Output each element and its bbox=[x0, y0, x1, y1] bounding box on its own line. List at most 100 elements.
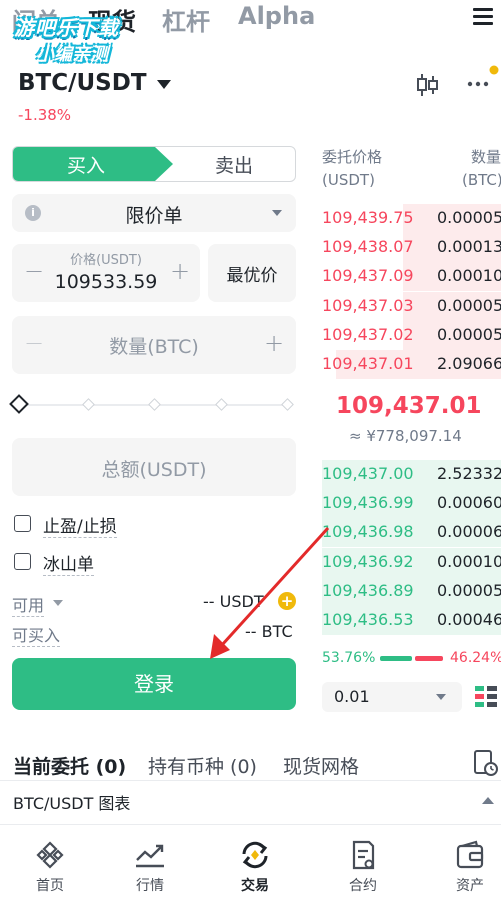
tab-spot-grid[interactable]: 现货网格 bbox=[283, 752, 359, 779]
amount-slider[interactable] bbox=[9, 394, 296, 414]
ask-qty: 0.00005 bbox=[437, 208, 501, 227]
available-caret-icon[interactable] bbox=[53, 600, 63, 606]
nav-trade[interactable]: 交易 bbox=[205, 828, 305, 898]
pair-title[interactable]: BTC/USDT bbox=[18, 70, 147, 96]
tab-alpha[interactable]: Alpha bbox=[238, 2, 315, 30]
bid-row[interactable]: 109,436.89 0.00005 bbox=[322, 576, 501, 606]
ask-row[interactable]: 109,439.75 0.00005 bbox=[322, 204, 501, 233]
qty-header-label: 数量 bbox=[470, 148, 501, 166]
order-type-select[interactable]: i 限价单 bbox=[12, 194, 296, 232]
iceberg-label[interactable]: 冰山单 bbox=[43, 550, 94, 576]
bid-row[interactable]: 109,436.53 0.00046 bbox=[322, 606, 501, 635]
nav-home-label: 首页 bbox=[36, 878, 64, 894]
ask-row[interactable]: 109,437.09 0.00010 bbox=[322, 262, 501, 292]
watermark: 游吧乐下载 小编亲测 bbox=[14, 8, 164, 72]
divider bbox=[0, 824, 501, 825]
ask-price: 109,437.02 bbox=[322, 324, 414, 344]
buy-ratio-bar bbox=[380, 656, 412, 661]
orderbook-qty-header: 数量 (BTC) bbox=[462, 146, 501, 192]
orderbook-price-header: 委托价格 (USDT) bbox=[322, 146, 382, 192]
trade-icon bbox=[242, 841, 268, 869]
nav-futures-label: 合约 bbox=[349, 878, 377, 894]
chevron-up-icon[interactable] bbox=[482, 797, 494, 804]
bid-price: 109,436.53 bbox=[322, 610, 414, 629]
tp-sl-checkbox[interactable] bbox=[14, 515, 31, 532]
more-icon[interactable] bbox=[464, 62, 500, 92]
nav-assets[interactable]: 资产 bbox=[420, 828, 501, 898]
bid-row[interactable]: 109,437.00 2.52332 bbox=[322, 460, 501, 489]
divider bbox=[0, 780, 501, 781]
ask-row[interactable]: 109,437.02 0.00005 bbox=[322, 320, 501, 350]
tab-holdings[interactable]: 持有币种 (0) bbox=[148, 752, 257, 779]
price-header-label: 委托价格 bbox=[322, 148, 383, 166]
markets-icon bbox=[136, 844, 164, 868]
bid-price: 109,436.89 bbox=[322, 580, 414, 600]
ask-price: 109,437.01 bbox=[322, 354, 414, 373]
tp-sl-label[interactable]: 止盈/止损 bbox=[43, 512, 117, 538]
sell-ratio: 46.24% bbox=[450, 650, 501, 666]
bid-qty: 0.00005 bbox=[437, 580, 501, 600]
bid-row[interactable]: 109,436.92 0.00010 bbox=[322, 547, 501, 577]
order-history-icon[interactable] bbox=[473, 749, 499, 777]
bid-qty: 0.00006 bbox=[437, 522, 501, 542]
slider-mark-75[interactable] bbox=[215, 398, 228, 411]
orderbook-layout-icon[interactable] bbox=[474, 684, 498, 708]
slider-mark-25[interactable] bbox=[82, 398, 95, 411]
nav-home[interactable]: 首页 bbox=[0, 828, 100, 898]
nav-futures[interactable]: 合约 bbox=[313, 828, 413, 898]
depth-select[interactable]: 0.01 bbox=[322, 682, 462, 712]
total-placeholder: 总额(USDT) bbox=[101, 459, 207, 481]
buy-sell-toggle[interactable]: 买入 卖出 bbox=[12, 146, 296, 182]
qty-header-unit: (BTC) bbox=[462, 171, 501, 189]
menu-icon[interactable] bbox=[473, 8, 493, 26]
price-plus-icon[interactable]: + bbox=[170, 257, 190, 285]
slider-thumb[interactable] bbox=[9, 394, 29, 414]
total-input[interactable]: 总额(USDT) bbox=[12, 438, 296, 496]
bid-qty: 0.00060 bbox=[437, 493, 501, 513]
last-price-fiat: ≈ ¥778,097.14 bbox=[349, 427, 462, 445]
buy-tab[interactable]: 买入 bbox=[13, 147, 173, 181]
chart-row-label[interactable]: BTC/USDT 图表 bbox=[13, 790, 130, 814]
pair-dropdown-icon[interactable] bbox=[157, 80, 171, 89]
ask-row[interactable]: 109,437.03 0.00005 bbox=[322, 291, 501, 321]
ask-row[interactable]: 109,438.07 0.00013 bbox=[322, 233, 501, 263]
futures-icon bbox=[352, 840, 375, 870]
available-label[interactable]: 可用 bbox=[12, 592, 45, 617]
deposit-plus-icon[interactable]: + bbox=[278, 592, 296, 610]
ask-price: 109,439.75 bbox=[322, 208, 414, 227]
bid-qty: 2.52332 bbox=[437, 464, 501, 483]
chevron-down-icon bbox=[436, 694, 446, 700]
candlestick-icon[interactable] bbox=[414, 72, 440, 98]
bid-row[interactable]: 109,436.99 0.00060 bbox=[322, 489, 501, 519]
slider-mark-50[interactable] bbox=[148, 398, 161, 411]
can-buy-value: -- BTC bbox=[245, 622, 293, 641]
quantity-plus-icon[interactable]: + bbox=[264, 329, 284, 357]
quantity-placeholder: 数量(BTC) bbox=[109, 336, 199, 358]
bid-row[interactable]: 109,436.98 0.00006 bbox=[322, 518, 501, 548]
buy-ratio: 53.76% bbox=[322, 650, 376, 666]
login-button[interactable]: 登录 bbox=[12, 658, 296, 710]
watermark-line2: 小编亲测 bbox=[36, 44, 108, 65]
price-input[interactable]: 价格(USDT) 109533.59 − + bbox=[12, 244, 200, 302]
tab-open-orders[interactable]: 当前委托 (0) bbox=[13, 752, 126, 779]
best-price-button[interactable]: 最优价 bbox=[208, 244, 296, 302]
ask-qty: 0.00013 bbox=[437, 237, 501, 257]
quantity-minus-icon[interactable]: − bbox=[24, 329, 44, 357]
price-change: -1.38% bbox=[18, 106, 72, 124]
nav-markets[interactable]: 行情 bbox=[100, 828, 200, 898]
ask-row[interactable]: 109,437.01 2.09066 bbox=[322, 350, 501, 379]
watermark-line1: 游吧乐下载 bbox=[14, 16, 119, 40]
tab-margin[interactable]: 杠杆 bbox=[162, 2, 210, 37]
bid-price: 109,437.00 bbox=[322, 464, 414, 483]
price-header-unit: (USDT) bbox=[322, 171, 375, 189]
quantity-input[interactable]: 数量(BTC) − + bbox=[12, 316, 296, 374]
depth-value: 0.01 bbox=[334, 687, 370, 706]
iceberg-checkbox[interactable] bbox=[14, 553, 31, 570]
last-price[interactable]: 109,437.01 bbox=[336, 393, 482, 419]
nav-markets-label: 行情 bbox=[136, 878, 164, 894]
price-minus-icon[interactable]: − bbox=[24, 257, 44, 285]
sell-tab[interactable]: 卖出 bbox=[173, 147, 295, 181]
ask-price: 109,438.07 bbox=[322, 237, 414, 257]
ask-qty: 0.00010 bbox=[437, 266, 501, 286]
slider-mark-100[interactable] bbox=[281, 398, 294, 411]
